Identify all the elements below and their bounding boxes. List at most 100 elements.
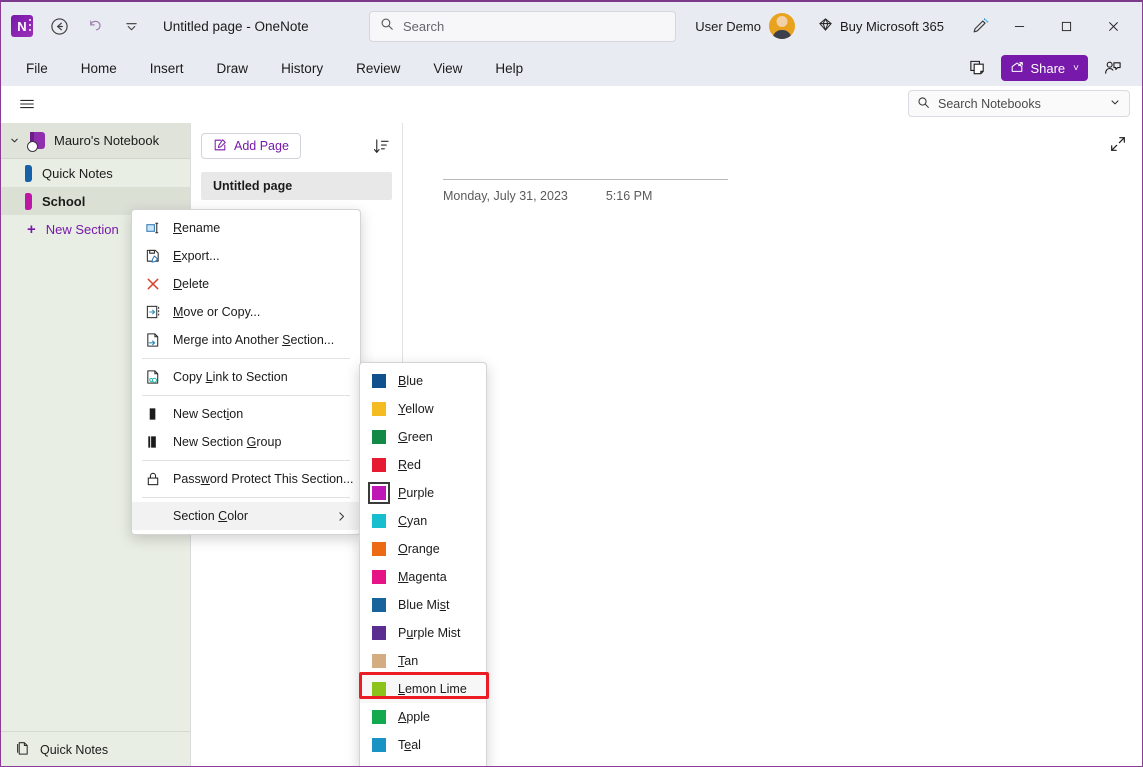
add-page-button[interactable]: Add Page [201,133,301,159]
color-option-lemon-lime[interactable]: Lemon Lime [360,675,486,703]
color-option-label: Blue [398,374,424,388]
quick-notes-footer-label: Quick Notes [40,742,109,757]
color-option-label: Purple [398,486,435,500]
page-date[interactable]: Monday, July 31, 2023 [443,189,568,203]
page-time[interactable]: 5:16 PM [606,189,653,203]
export-icon [144,248,161,265]
page-list-toolbar: Add Page [201,133,392,159]
context-menu-item-section-color[interactable]: Section Color [132,502,360,530]
color-option-apple[interactable]: Apple [360,703,486,731]
color-option-purple-mist[interactable]: Purple Mist [360,619,486,647]
color-option-blue[interactable]: Blue [360,367,486,395]
diamond-icon [818,17,833,35]
tab-insert[interactable]: Insert [139,56,195,81]
section-color-tab [25,192,32,210]
notebook-name-label: Mauro's Notebook [54,133,160,148]
color-option-tan[interactable]: Tan [360,647,486,675]
avatar[interactable] [768,13,795,39]
notebook-search-box[interactable]: Search Notebooks [908,90,1130,117]
context-menu-item-delete[interactable]: Delete [132,270,360,298]
maximize-button[interactable] [1044,3,1089,49]
document-title: Untitled page - OneNote [163,18,309,34]
sort-pages-icon[interactable] [370,135,392,157]
color-option-yellow[interactable]: Yellow [360,395,486,423]
color-option-orange[interactable]: Orange [360,535,486,563]
context-menu-item-new-section[interactable]: New Section [132,400,360,428]
onenote-logo-icon: N [11,15,33,37]
tab-help[interactable]: Help [484,56,534,81]
note-canvas[interactable]: Monday, July 31, 2023 5:16 PM [403,123,1142,766]
notebook-sub-bar: Search Notebooks [1,86,1142,122]
chevron-down-icon[interactable] [9,135,22,146]
context-menu-divider [142,497,350,498]
context-menu-item-rename[interactable]: Rename [132,214,360,242]
context-menu-item-copy-link-to-section[interactable]: Copy Link to Section [132,363,360,391]
move-copy-icon [144,304,161,321]
notebook-header[interactable]: Mauro's Notebook [1,123,190,159]
search-icon [380,17,394,36]
lock-icon [144,471,161,488]
share-label: Share [1030,60,1066,76]
title-bar-right-group: User Demo Buy Microsoft 365 [689,3,1136,49]
context-menu-item-label: New Section Group [173,435,282,449]
ink-pen-icon[interactable] [963,10,995,42]
buy-microsoft-365-button[interactable]: Buy Microsoft 365 [809,12,953,40]
list-item[interactable]: Untitled page [201,172,392,200]
chevron-down-icon[interactable] [1109,96,1121,111]
quick-notes-footer-button[interactable]: Quick Notes [1,731,190,766]
share-button[interactable]: Share ˅ [1001,55,1088,81]
plus-icon: + [27,220,36,238]
tab-home[interactable]: Home [70,56,128,81]
context-menu-item-password-protect[interactable]: Password Protect This Section... [132,465,360,493]
color-option-label: Green [398,430,433,444]
back-arrow-icon[interactable] [43,10,75,42]
color-swatch [368,482,390,504]
tab-draw[interactable]: Draw [206,56,260,81]
undo-icon[interactable] [79,10,111,42]
color-swatch [372,626,386,640]
section-color-placeholder-icon [144,508,161,525]
minimize-button[interactable] [997,3,1042,49]
color-swatch [372,458,386,472]
page-metadata: Monday, July 31, 2023 5:16 PM [443,179,733,203]
expand-page-icon[interactable] [1106,132,1130,156]
context-menu-item-label: Move or Copy... [173,305,261,319]
navigation-menu-icon[interactable] [13,91,41,117]
color-option-red-chalk[interactable]: Red Chalk [360,759,486,766]
color-option-red[interactable]: Red [360,451,486,479]
color-option-purple[interactable]: Purple [360,479,486,507]
color-option-magenta[interactable]: Magenta [360,563,486,591]
sidebar-item-label: School [42,193,86,209]
color-swatch [372,402,386,416]
context-menu-item-merge-into-another-section[interactable]: Merge into Another Section... [132,326,360,354]
new-section-group-icon [144,434,161,451]
tab-review[interactable]: Review [345,56,411,81]
onenote-window: N Untitled page - OneNote Search User De… [0,0,1143,767]
context-menu-item-label: Merge into Another Section... [173,333,335,347]
sidebar-item-quick-notes[interactable]: Quick Notes [1,159,190,187]
context-menu-divider [142,358,350,359]
search-input[interactable] [403,19,665,34]
context-menu-item-export[interactable]: Export... [132,242,360,270]
sticky-notes-icon[interactable] [963,55,991,81]
context-menu-item-move-or-copy[interactable]: Move or Copy... [132,298,360,326]
color-option-green[interactable]: Green [360,423,486,451]
color-option-label: Cyan [398,514,428,528]
color-option-blue-mist[interactable]: Blue Mist [360,591,486,619]
user-account-chip[interactable]: User Demo [689,10,801,42]
search-box[interactable] [369,11,676,42]
color-swatch [372,374,386,388]
context-menu-item-label: Password Protect This Section... [173,472,354,486]
people-mention-icon[interactable] [1098,55,1126,81]
title-bar: N Untitled page - OneNote Search User De… [1,2,1142,50]
context-menu-item-new-section-group[interactable]: New Section Group [132,428,360,456]
customize-quick-access-icon[interactable] [115,10,147,42]
close-button[interactable] [1091,3,1136,49]
tab-view[interactable]: View [422,56,473,81]
color-option-cyan[interactable]: Cyan [360,507,486,535]
section-color-tab [25,164,32,182]
tab-file[interactable]: File [15,56,59,81]
chevron-down-icon[interactable]: ˅ [1073,63,1079,74]
tab-history[interactable]: History [270,56,334,81]
color-option-teal[interactable]: Teal [360,731,486,759]
